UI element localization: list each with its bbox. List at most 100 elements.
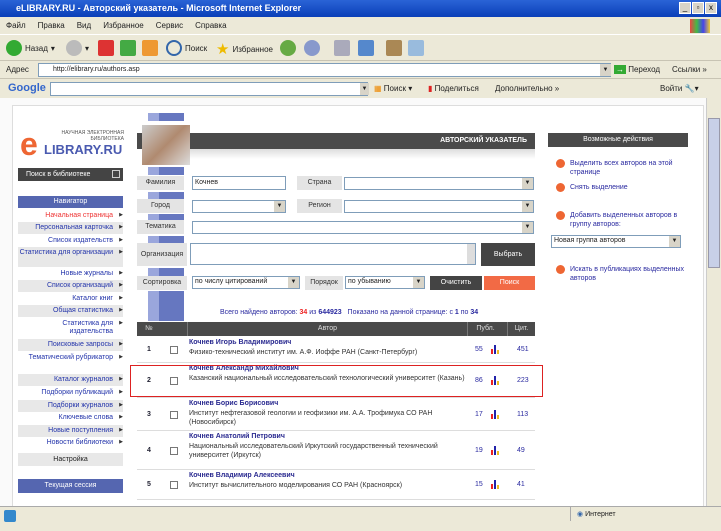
stats-chart-icon[interactable] [491, 480, 500, 489]
research-icon[interactable] [386, 40, 402, 56]
nav-item[interactable]: Новые журналы [18, 268, 124, 280]
search-library-button[interactable]: Поиск в библиотеке [18, 168, 123, 181]
nav-item[interactable]: Новости библиотеки [18, 437, 123, 449]
settings-link[interactable]: Настройка [18, 453, 123, 466]
share-button[interactable]: ▮ Поделиться [428, 84, 479, 93]
author-organization: Институт нефтегазовой геологии и геофизи… [189, 410, 433, 426]
author-name-link[interactable]: Кочнев Борис Борисович [189, 400, 278, 407]
edit-icon[interactable] [358, 40, 374, 56]
menu-favorites[interactable]: Избранное [103, 21, 144, 30]
choose-button[interactable]: Выбрать [481, 243, 535, 266]
stats-chart-icon[interactable] [491, 345, 500, 354]
more-button[interactable]: Дополнительно » [495, 84, 559, 93]
address-input[interactable]: http://elibrary.ru/authors.asp [38, 63, 611, 77]
nav-item[interactable]: Каталог книг [18, 293, 123, 305]
nav-item[interactable]: Начальная страница [18, 210, 123, 222]
country-select[interactable] [344, 177, 534, 190]
favorites-button[interactable]: ★ Избранное [216, 40, 273, 58]
close-button[interactable]: x [705, 2, 717, 14]
nav-item[interactable]: Подборки публикаций [18, 387, 123, 399]
group-select[interactable]: Новая группа авторов [551, 235, 681, 248]
surname-input[interactable]: Кочнев [192, 176, 286, 190]
pubs-count-link[interactable]: 17 [475, 411, 483, 418]
menu-view[interactable]: Вид [77, 21, 91, 30]
nav-item[interactable]: Ключевые слова [18, 412, 123, 424]
messenger-icon[interactable] [408, 40, 424, 56]
sort-select[interactable]: по числу цитирований [192, 276, 300, 289]
clear-button[interactable]: Очистить [430, 276, 482, 290]
vertical-scrollbar[interactable] [706, 98, 721, 506]
links-button[interactable]: Ссылки » [672, 65, 707, 74]
region-select[interactable] [344, 200, 534, 213]
citations-count-link[interactable]: 113 [517, 411, 528, 418]
add-to-group-action[interactable]: Добавить выделенных авторов в группу авт… [556, 211, 686, 229]
deselect-action[interactable]: Снять выделение [556, 183, 686, 192]
pubs-count-link[interactable]: 55 [475, 346, 483, 353]
nav-item[interactable]: Статистика для издательства [18, 318, 123, 338]
maximize-button[interactable]: ▫ [692, 2, 704, 14]
pubs-count-link[interactable]: 19 [475, 447, 483, 454]
nav-item[interactable]: Подборки журналов [18, 400, 123, 412]
stats-chart-icon[interactable] [491, 409, 500, 419]
google-search-button[interactable]: ▦ Поиск ▾ [374, 84, 412, 93]
citations-count-link[interactable]: 49 [517, 447, 525, 454]
author-name-link[interactable]: Кочнев Анатолий Петрович [189, 433, 285, 440]
decor-block [148, 113, 184, 121]
search-button[interactable]: Поиск [166, 40, 207, 56]
address-dropdown-icon[interactable]: ▼ [600, 64, 611, 76]
minimize-button[interactable]: _ [679, 2, 691, 14]
elibrary-logo[interactable]: e НАУЧНАЯ ЭЛЕКТРОННАЯ БИБЛИОТЕКА LIBRARY.… [20, 128, 128, 160]
nav-item[interactable]: Каталог журналов [18, 374, 123, 386]
nav-item[interactable]: Поисковые запросы [18, 339, 123, 351]
address-url: http://elibrary.ru/authors.asp [53, 66, 140, 73]
google-dropdown-icon[interactable]: ▼ [360, 83, 369, 95]
nav-item[interactable]: Статистика для организации [18, 247, 123, 267]
forward-button[interactable]: ▾ [66, 40, 89, 56]
menu-help[interactable]: Справка [195, 21, 226, 30]
menu-file[interactable]: Файл [6, 21, 26, 30]
nav-item[interactable]: Список организаций [18, 280, 123, 292]
google-search-input[interactable] [50, 82, 368, 96]
decor-block [148, 291, 184, 321]
order-select[interactable]: по убыванию [345, 276, 425, 289]
city-select[interactable] [192, 200, 286, 213]
col-pubs[interactable]: Публ. [467, 322, 503, 336]
print-icon[interactable] [334, 40, 350, 56]
back-button[interactable]: Назад ▾ [6, 40, 55, 56]
pubs-count-link[interactable]: 15 [475, 481, 483, 488]
login-button[interactable]: Войти 🔧▾ [660, 84, 699, 93]
select-all-action[interactable]: Выделить всех авторов на этой странице [556, 159, 686, 177]
stats-chart-icon[interactable] [491, 445, 500, 455]
author-name-link[interactable]: Кочнев Игорь Владимирович [189, 339, 291, 346]
nav-item[interactable]: Тематический рубрикатор [18, 352, 123, 372]
citations-count-link[interactable]: 41 [517, 481, 525, 488]
menu-edit[interactable]: Правка [38, 21, 65, 30]
stop-icon[interactable] [98, 40, 114, 56]
home-icon[interactable] [142, 40, 158, 56]
row-checkbox[interactable] [170, 481, 178, 489]
row-checkbox[interactable] [170, 346, 178, 354]
citations-count-link[interactable]: 451 [517, 346, 529, 353]
organization-input[interactable] [190, 243, 476, 265]
row-number: 4 [147, 446, 151, 454]
search-submit-button[interactable]: Поиск [484, 276, 535, 290]
mail-icon[interactable] [304, 40, 320, 56]
go-button[interactable]: → Переход [614, 65, 660, 74]
topic-select[interactable] [192, 221, 534, 234]
col-citations[interactable]: Цит. [507, 322, 535, 336]
row-checkbox[interactable] [170, 446, 178, 455]
history-icon[interactable] [280, 40, 296, 56]
scroll-thumb[interactable] [708, 118, 720, 268]
navigator-header[interactable]: Навигатор [18, 196, 123, 208]
author-name-link[interactable]: Кочнев Владимир Алексеевич [189, 472, 295, 479]
menu-tools[interactable]: Сервис [156, 21, 183, 30]
nav-item[interactable]: Новые поступления [18, 425, 123, 437]
row-checkbox[interactable] [170, 410, 178, 419]
nav-item[interactable]: Список издательств [18, 235, 123, 247]
status-bar: ◉ Интернет [0, 506, 721, 531]
nav-item[interactable]: Персональная карточка [18, 222, 123, 234]
current-session-button[interactable]: Текущая сессия [18, 479, 123, 493]
nav-item[interactable]: Общая статистика [18, 305, 123, 317]
refresh-icon[interactable] [120, 40, 136, 56]
search-in-pubs-action[interactable]: Искать в публикациях выделенных авторов [556, 265, 686, 283]
